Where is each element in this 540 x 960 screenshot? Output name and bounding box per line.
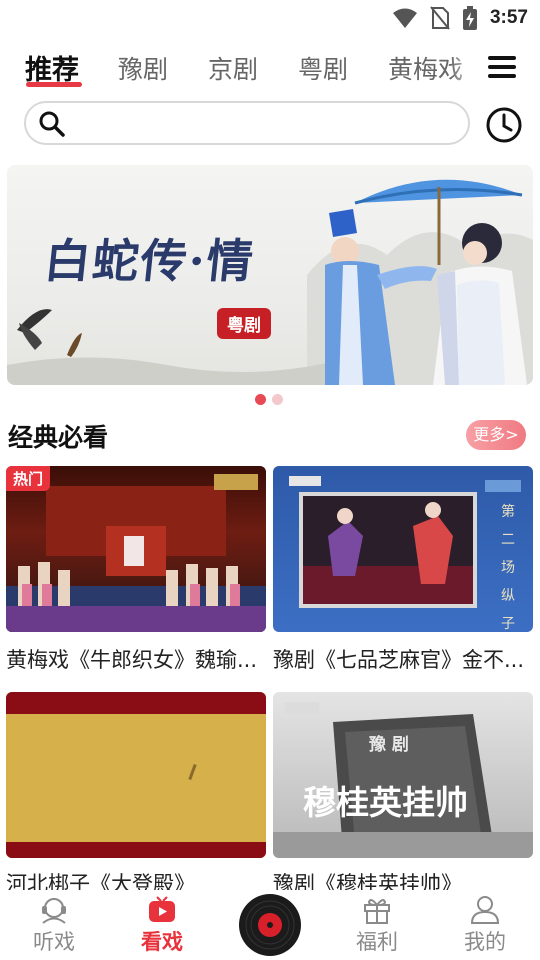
nav-watch[interactable]: 看戏 bbox=[122, 890, 202, 956]
wifi-icon bbox=[392, 8, 417, 28]
category-tabs: 推荐 豫剧 京剧 粤剧 黄梅戏 bbox=[0, 46, 540, 94]
history-clock-icon[interactable] bbox=[485, 106, 523, 144]
video-card[interactable]: 第 二 场 纵 子 豫剧《七品芝麻官》金不... bbox=[273, 466, 533, 672]
vinyl-record-button[interactable] bbox=[239, 894, 301, 956]
tab-yueju[interactable]: 粤剧 bbox=[298, 50, 348, 86]
carousel-indicator bbox=[255, 394, 283, 405]
video-thumbnail: 热门 bbox=[6, 466, 266, 632]
video-card[interactable]: 豫 剧 穆桂英挂帅 豫剧《穆桂英挂帅》 bbox=[273, 692, 533, 896]
section-title: 经典必看 bbox=[8, 423, 109, 452]
active-tab-indicator bbox=[26, 82, 82, 87]
hot-badge: 热门 bbox=[6, 466, 51, 491]
nav-label: 福利 bbox=[356, 930, 398, 954]
headphones-person-icon bbox=[42, 898, 66, 924]
video-thumbnail: 第 二 场 纵 子 bbox=[273, 466, 533, 632]
status-time: 3:57 bbox=[489, 7, 528, 28]
bottom-nav: 听戏 看戏 福利 我的 bbox=[0, 890, 540, 960]
banner-title: 白蛇传·情 bbox=[41, 234, 258, 288]
tab-jingju[interactable]: 京剧 bbox=[208, 50, 258, 86]
more-button[interactable]: 更多> bbox=[466, 420, 526, 450]
search-input[interactable] bbox=[76, 109, 456, 137]
thumbnail-title-text: 穆桂英挂帅 bbox=[303, 783, 468, 822]
user-icon bbox=[470, 896, 500, 924]
video-card[interactable]: 热门 黄梅戏《牛郎织女》魏瑜... bbox=[6, 466, 266, 672]
tabs-fade bbox=[450, 46, 480, 94]
video-title: 豫剧《七品芝麻官》金不... bbox=[273, 648, 525, 672]
status-bar: 3:57 bbox=[0, 0, 540, 36]
tab-yuju[interactable]: 豫剧 bbox=[118, 50, 168, 86]
carousel-dot bbox=[272, 394, 283, 405]
thumbnail-side-text: 第 二 场 纵 子 bbox=[501, 504, 515, 632]
banner-genre-tag: 粤剧 bbox=[217, 308, 271, 339]
search-box[interactable] bbox=[24, 101, 470, 145]
nav-label: 看戏 bbox=[141, 930, 183, 954]
menu-button[interactable] bbox=[488, 56, 516, 80]
search-icon bbox=[39, 111, 65, 137]
nav-welfare[interactable]: 福利 bbox=[337, 890, 417, 956]
video-card[interactable]: 河北梆子《大登殿》 bbox=[6, 692, 266, 896]
battery-charging-icon bbox=[462, 6, 477, 30]
carousel-dot-active bbox=[255, 394, 266, 405]
banner-carousel[interactable]: 白蛇传·情 粤剧 bbox=[7, 165, 533, 385]
nav-listen[interactable]: 听戏 bbox=[14, 890, 94, 956]
thumbnail-small-text: 豫 剧 bbox=[369, 735, 409, 755]
video-title: 黄梅戏《牛郎织女》魏瑜... bbox=[6, 648, 258, 672]
status-icons: 3:57 bbox=[392, 6, 528, 30]
video-thumbnail bbox=[6, 692, 266, 858]
tv-play-icon bbox=[149, 896, 175, 922]
no-sim-icon bbox=[430, 6, 450, 30]
vinyl-record-icon bbox=[240, 895, 300, 955]
nav-label: 听戏 bbox=[33, 930, 75, 954]
nav-profile[interactable]: 我的 bbox=[445, 890, 525, 956]
gift-icon bbox=[364, 899, 390, 924]
nav-label: 我的 bbox=[464, 930, 506, 954]
video-thumbnail: 豫 剧 穆桂英挂帅 bbox=[273, 692, 533, 858]
